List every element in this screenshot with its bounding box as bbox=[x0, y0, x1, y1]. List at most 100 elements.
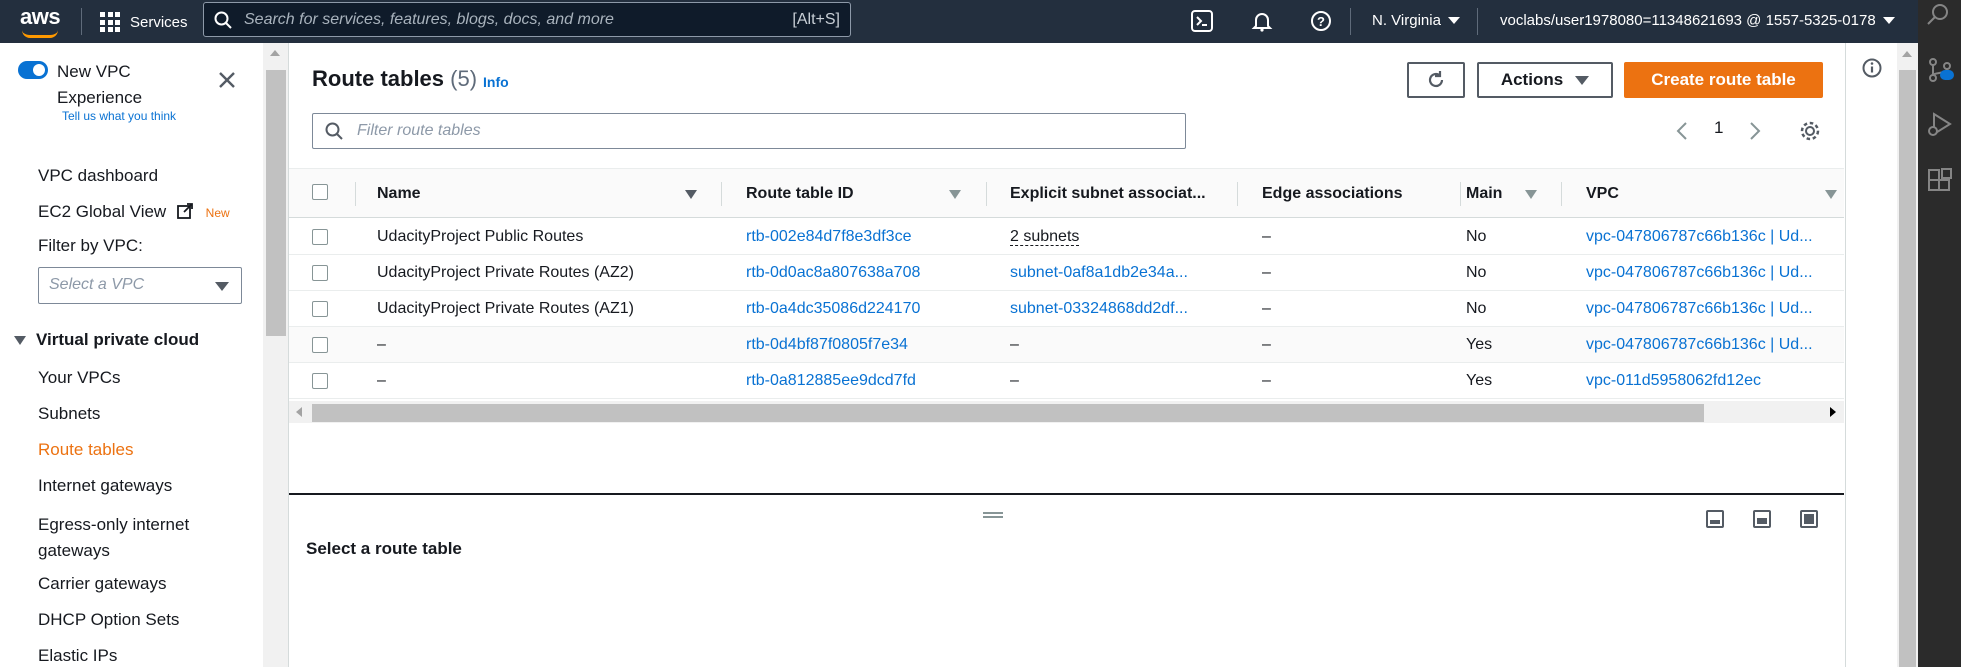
table-row[interactable]: – rtb-0a812885ee9dcd7fd – – Yes vpc-011d… bbox=[289, 363, 1844, 399]
row-checkbox[interactable] bbox=[312, 229, 328, 245]
section-virtual-private-cloud[interactable]: Virtual private cloud bbox=[14, 330, 199, 350]
cloudshell-icon[interactable] bbox=[1190, 9, 1214, 33]
table-row[interactable]: – rtb-0d4bf87f0805f7e34 – – Yes vpc-0478… bbox=[289, 327, 1844, 363]
account-menu[interactable]: voclabs/user1978080=11348621693 @ 1557-5… bbox=[1500, 12, 1895, 29]
sidebar-item-egress-only-internet-gateways[interactable]: Egress-only internet gateways bbox=[38, 512, 238, 564]
scroll-right-arrow-icon[interactable] bbox=[1830, 407, 1836, 417]
sort-icon[interactable] bbox=[1825, 190, 1837, 199]
cell-vpc[interactable]: vpc-047806787c66b136c | Ud... bbox=[1586, 336, 1813, 354]
cell-subnet[interactable]: subnet-03324868dd2df... bbox=[1010, 300, 1188, 318]
aws-logo[interactable]: aws bbox=[18, 4, 64, 40]
sort-descending-icon[interactable] bbox=[685, 190, 697, 199]
filter-route-tables[interactable] bbox=[312, 113, 1186, 149]
row-checkbox[interactable] bbox=[312, 265, 328, 281]
cell-vpc[interactable]: vpc-047806787c66b136c | Ud... bbox=[1586, 228, 1813, 246]
drag-handle-icon[interactable] bbox=[983, 512, 1003, 518]
help-panel-border bbox=[1845, 43, 1846, 667]
info-link[interactable]: Info bbox=[483, 74, 509, 90]
page-title-text: Route tables bbox=[312, 66, 445, 91]
services-menu-button[interactable]: Services bbox=[100, 9, 188, 35]
scroll-left-arrow-icon[interactable] bbox=[296, 407, 302, 417]
cell-route-table-id[interactable]: rtb-0a4dc35086d224170 bbox=[746, 300, 920, 318]
column-header-vpc[interactable]: VPC bbox=[1586, 185, 1619, 203]
create-route-table-button[interactable]: Create route table bbox=[1624, 62, 1823, 98]
column-header-route-table-id[interactable]: Route table ID bbox=[746, 185, 854, 203]
feedback-link[interactable]: Tell us what you think bbox=[62, 109, 176, 123]
cell-subnet[interactable]: subnet-0af8a1db2e34a... bbox=[1010, 264, 1188, 282]
cell-name: UdacityProject Private Routes (AZ1) bbox=[377, 300, 634, 317]
column-header-explicit-subnet[interactable]: Explicit subnet associat... bbox=[1010, 185, 1206, 203]
run-debug-icon[interactable] bbox=[1926, 110, 1954, 138]
page-scrollbar-thumb[interactable] bbox=[1899, 70, 1916, 667]
refresh-button[interactable] bbox=[1407, 62, 1465, 98]
sidebar-item-elastic-ips[interactable]: Elastic IPs bbox=[38, 646, 117, 666]
global-search-input[interactable] bbox=[232, 9, 793, 30]
panel-fullscreen-icon[interactable] bbox=[1800, 510, 1818, 528]
table-row[interactable]: UdacityProject Public Routes rtb-002e84d… bbox=[289, 219, 1844, 255]
source-control-icon[interactable] bbox=[1926, 56, 1954, 84]
cell-route-table-id[interactable]: rtb-0d4bf87f0805f7e34 bbox=[746, 336, 908, 354]
info-icon[interactable] bbox=[1862, 58, 1882, 78]
global-search[interactable]: [Alt+S] bbox=[203, 2, 851, 37]
chevron-right-icon[interactable] bbox=[1748, 121, 1762, 141]
region-selector[interactable]: N. Virginia bbox=[1372, 12, 1460, 29]
new-vpc-experience-toggle[interactable] bbox=[18, 61, 48, 79]
sidebar-item-vpc-dashboard[interactable]: VPC dashboard bbox=[38, 166, 158, 186]
cell-subnet[interactable]: 2 subnets bbox=[1010, 228, 1080, 246]
split-panel-title: Select a route table bbox=[306, 539, 462, 558]
cell-edge: – bbox=[1262, 372, 1271, 389]
close-icon[interactable] bbox=[216, 69, 238, 91]
account-label: voclabs/user1978080=11348621693 @ 1557-5… bbox=[1500, 12, 1876, 29]
row-checkbox[interactable] bbox=[312, 373, 328, 389]
column-divider bbox=[986, 182, 987, 206]
sort-icon[interactable] bbox=[1525, 190, 1537, 199]
column-header-main[interactable]: Main bbox=[1466, 185, 1502, 203]
page-number[interactable]: 1 bbox=[1714, 118, 1723, 138]
sidebar-item-route-tables[interactable]: Route tables bbox=[38, 440, 133, 460]
column-header-name[interactable]: Name bbox=[377, 185, 421, 203]
table-scrollbar-thumb[interactable] bbox=[312, 404, 1704, 422]
sidebar-item-ec2-global-view[interactable]: EC2 Global View New bbox=[38, 202, 230, 222]
scroll-up-arrow-icon[interactable] bbox=[1902, 51, 1912, 57]
select-all-checkbox[interactable] bbox=[312, 184, 328, 200]
cell-name: UdacityProject Private Routes (AZ2) bbox=[377, 264, 634, 281]
panel-bottom-icon[interactable] bbox=[1706, 510, 1724, 528]
cell-main: No bbox=[1466, 300, 1487, 317]
bell-icon[interactable] bbox=[1250, 9, 1274, 33]
cell-name: UdacityProject Public Routes bbox=[377, 228, 584, 245]
extensions-icon[interactable] bbox=[1926, 168, 1954, 196]
settings-gear-icon[interactable] bbox=[1799, 120, 1821, 142]
cell-vpc[interactable]: vpc-047806787c66b136c | Ud... bbox=[1586, 300, 1813, 318]
refresh-icon bbox=[1428, 71, 1444, 88]
sidebar-item-carrier-gateways[interactable]: Carrier gateways bbox=[38, 574, 167, 594]
table-row[interactable]: UdacityProject Private Routes (AZ1) rtb-… bbox=[289, 291, 1844, 327]
search-icon[interactable] bbox=[1926, 4, 1952, 30]
sidebar-item-dhcp-option-sets[interactable]: DHCP Option Sets bbox=[38, 610, 179, 630]
cell-main: No bbox=[1466, 264, 1487, 281]
sidebar-scrollbar-thumb[interactable] bbox=[266, 70, 286, 336]
column-header-edge-associations[interactable]: Edge associations bbox=[1262, 185, 1403, 203]
cell-vpc[interactable]: vpc-047806787c66b136c | Ud... bbox=[1586, 264, 1813, 282]
cell-route-table-id[interactable]: rtb-0a812885ee9dcd7fd bbox=[746, 372, 916, 390]
actions-button[interactable]: Actions bbox=[1477, 62, 1613, 98]
help-icon[interactable]: ? bbox=[1309, 9, 1333, 33]
cell-vpc[interactable]: vpc-011d5958062fd12ec bbox=[1586, 372, 1761, 390]
region-label: N. Virginia bbox=[1372, 12, 1441, 29]
vpc-filter-select[interactable]: Select a VPC bbox=[38, 267, 242, 304]
cell-route-table-id[interactable]: rtb-002e84d7f8e3df3ce bbox=[746, 228, 911, 246]
scroll-up-arrow-icon[interactable] bbox=[270, 50, 280, 56]
external-editor-sidebar bbox=[1918, 0, 1961, 667]
row-checkbox[interactable] bbox=[312, 301, 328, 317]
chevron-left-icon[interactable] bbox=[1675, 121, 1689, 141]
panel-side-icon[interactable] bbox=[1753, 510, 1771, 528]
sidebar-item-internet-gateways[interactable]: Internet gateways bbox=[38, 476, 172, 496]
sort-icon[interactable] bbox=[949, 190, 961, 199]
cell-name: – bbox=[377, 372, 386, 389]
table-row[interactable]: UdacityProject Private Routes (AZ2) rtb-… bbox=[289, 255, 1844, 291]
cell-route-table-id[interactable]: rtb-0d0ac8a807638a708 bbox=[746, 264, 920, 282]
row-checkbox[interactable] bbox=[312, 337, 328, 353]
nav-divider bbox=[81, 8, 82, 35]
sidebar-item-your-vpcs[interactable]: Your VPCs bbox=[38, 368, 121, 388]
sidebar-item-subnets[interactable]: Subnets bbox=[38, 404, 100, 424]
filter-route-tables-input[interactable] bbox=[343, 121, 1143, 141]
